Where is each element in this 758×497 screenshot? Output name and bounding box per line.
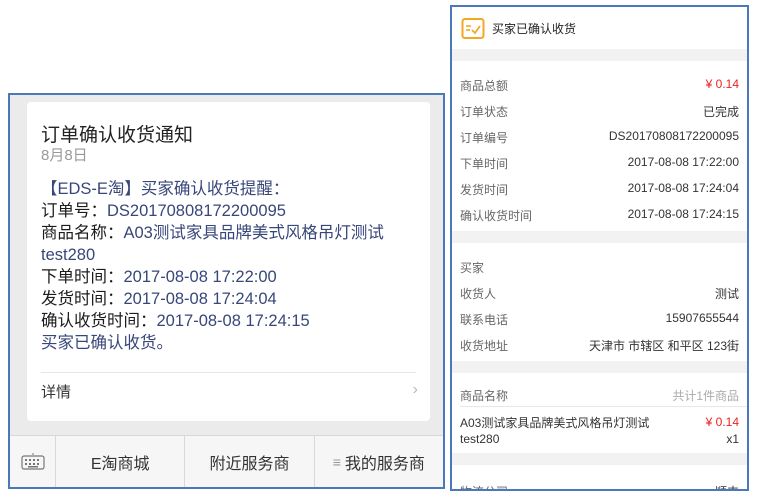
reminder-heading: 【EDS-E淘】买家确认收货提醒： — [41, 180, 290, 198]
logistics-row: 物流公司 顺丰 — [460, 483, 739, 489]
buyer-row-recipient: 收货人 测试 — [460, 285, 739, 303]
service-menu-bar: E淘商城 附近服务商 ≡ 我的服务商 — [10, 435, 443, 487]
row-key: 确认收货时间 — [460, 209, 533, 223]
ship-time-label: 发货时间： — [41, 290, 124, 308]
order-time-line: 下单时间：2017-08-08 17:22:00 — [41, 266, 277, 288]
row-key: 商品总额 — [460, 79, 509, 93]
card-divider — [41, 372, 416, 373]
goods-item-price: ¥ 0.14 — [705, 415, 739, 429]
row-key: 收货地址 — [460, 339, 509, 353]
goods-section: 商品名称 共计1件商品 A03测试家具品牌美式风格吊灯测试 test280 ¥ … — [452, 373, 747, 453]
row-value: 2017-08-08 17:24:04 — [627, 181, 739, 195]
row-value: 顺丰 — [715, 483, 739, 489]
row-value: ¥ 0.14 — [705, 77, 739, 91]
summary-row-total: 商品总额 ¥ 0.14 — [460, 77, 739, 95]
buyer-row-address: 收货地址 天津市 市辖区 和平区 123街 — [460, 337, 739, 355]
row-value: 2017-08-08 17:22:00 — [627, 155, 739, 169]
summary-row-order-time: 下单时间 2017-08-08 17:22:00 — [460, 155, 739, 173]
row-key: 收货人 — [460, 287, 497, 301]
row-key: 发货时间 — [460, 183, 509, 197]
order-number-label: 订单号： — [41, 202, 107, 220]
product-name-label: 商品名称： — [41, 224, 124, 242]
order-detail-panel: 买家已确认收货 商品总额 ¥ 0.14 订单状态 已完成 订单编号 DS2017… — [450, 5, 749, 491]
notification-card[interactable]: 订单确认收货通知 8月8日 【EDS-E淘】买家确认收货提醒： 订单号：DS20… — [27, 102, 430, 421]
menu-list-icon: ≡ — [332, 453, 341, 470]
order-status-header: 买家已确认收货 — [452, 7, 747, 49]
row-key: 订单编号 — [460, 131, 509, 145]
wechat-notification-panel: 订单确认收货通知 8月8日 【EDS-E淘】买家确认收货提醒： 订单号：DS20… — [8, 93, 445, 489]
product-name-value-continued: test280 — [41, 246, 96, 264]
confirm-time-line: 确认收货时间：2017-08-08 17:24:15 — [41, 310, 310, 332]
menu-nearby-providers[interactable]: 附近服务商 — [185, 436, 315, 487]
menu-label: 我的服务商 — [344, 455, 425, 473]
summary-row-status: 订单状态 已完成 — [460, 103, 739, 121]
row-value: 已完成 — [702, 105, 739, 119]
row-key: 商品名称 — [460, 389, 509, 403]
summary-row-confirm-time: 确认收货时间 2017-08-08 17:24:15 — [460, 207, 739, 225]
keyboard-toggle-button[interactable] — [10, 436, 56, 487]
closing-line: 买家已确认收货。 — [41, 334, 173, 352]
goods-name-line-1: A03测试家具品牌美式风格吊灯测试 — [460, 416, 650, 430]
menu-etao-mall[interactable]: E淘商城 — [56, 436, 186, 487]
order-summary-section: 商品总额 ¥ 0.14 订单状态 已完成 订单编号 DS201708081722… — [452, 61, 747, 231]
order-status-title: 买家已确认收货 — [492, 22, 577, 36]
chevron-right-icon: › — [412, 381, 418, 398]
section-label: 买家 — [460, 261, 485, 275]
row-value: 2017-08-08 17:24:15 — [627, 207, 739, 221]
order-time-value: 2017-08-08 17:22:00 — [123, 268, 277, 286]
menu-my-providers[interactable]: ≡ 我的服务商 — [315, 436, 443, 487]
buyer-row-phone: 联系电话 15907655544 — [460, 311, 739, 329]
row-value: 天津市 市辖区 和平区 123街 — [588, 339, 739, 353]
notification-date: 8月8日 — [41, 147, 88, 164]
goods-item-quantity: x1 — [726, 432, 739, 446]
buyer-section-label: 买家 — [460, 259, 739, 277]
summary-row-order-number: 订单编号 DS20170808172200095 — [460, 129, 739, 147]
ship-time-line: 发货时间：2017-08-08 17:24:04 — [41, 288, 277, 310]
order-number-line: 订单号：DS20170808172200095 — [41, 200, 286, 222]
goods-name-line-2: test280 — [460, 432, 500, 446]
product-name-line: 商品名称：A03测试家具品牌美式风格吊灯测试 — [41, 222, 384, 244]
row-key: 联系电话 — [460, 313, 509, 327]
row-value: 测试 — [714, 287, 739, 301]
logistics-section: 物流公司 顺丰 — [452, 465, 747, 489]
goods-item-name[interactable]: A03测试家具品牌美式风格吊灯测试 test280 — [460, 415, 649, 447]
goods-header-row: 商品名称 共计1件商品 — [460, 387, 739, 405]
order-time-label: 下单时间： — [41, 268, 124, 286]
row-value: DS20170808172200095 — [608, 129, 739, 143]
goods-count: 共计1件商品 — [672, 389, 739, 403]
row-key: 下单时间 — [460, 157, 509, 171]
summary-row-ship-time: 发货时间 2017-08-08 17:24:04 — [460, 181, 739, 199]
row-value: 15907655544 — [665, 311, 739, 325]
confirm-time-value: 2017-08-08 17:24:15 — [156, 312, 310, 330]
notification-title: 订单确认收货通知 — [41, 125, 194, 146]
detail-link[interactable]: 详情 — [41, 381, 71, 402]
goods-divider — [460, 406, 747, 407]
product-name-value: A03测试家具品牌美式风格吊灯测试 — [123, 224, 384, 242]
keyboard-icon — [20, 452, 45, 470]
row-key: 订单状态 — [460, 105, 509, 119]
menu-label: 附近服务商 — [209, 455, 290, 473]
menu-label: E淘商城 — [90, 455, 150, 473]
receipt-check-icon — [461, 18, 485, 39]
order-number-value: DS20170808172200095 — [107, 202, 286, 220]
row-key: 物流公司 — [460, 483, 508, 489]
ship-time-value: 2017-08-08 17:24:04 — [123, 290, 277, 308]
buyer-section: 买家 收货人 测试 联系电话 15907655544 收货地址 天津市 市辖区 … — [452, 243, 747, 361]
confirm-time-label: 确认收货时间： — [41, 312, 157, 330]
